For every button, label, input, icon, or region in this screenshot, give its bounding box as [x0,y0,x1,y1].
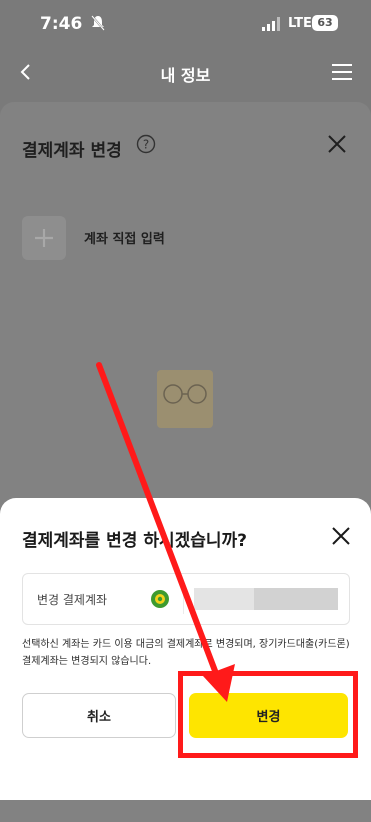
account-box: 변경 결제계좌 [22,573,350,625]
account-label: 변경 결제계좌 [37,593,108,607]
bell-muted-icon [91,15,105,31]
network-label: LTE [288,16,312,31]
status-bar: 7:46 LTE 63 [0,0,371,48]
close-icon[interactable] [327,134,347,154]
add-account-row[interactable]: 계좌 직접 입력 [22,216,342,260]
page-title: 내 정보 [160,66,211,85]
menu-icon[interactable] [332,63,352,81]
plus-box [22,216,66,260]
masked-account-number [194,588,338,610]
account-divider [183,584,184,614]
highlight-box [178,671,358,758]
cancel-button[interactable]: 취소 [22,693,176,738]
modal-title: 결제계좌를 변경 하시겠습니까? [22,531,248,551]
status-time: 7:46 [40,14,83,34]
bank-logo-icon [151,590,169,608]
plus-icon [35,229,53,247]
svg-text:?: ? [143,138,149,152]
watermark-logo [157,370,213,428]
modal-close-icon[interactable] [331,526,351,546]
notice-text: 선택하신 계좌는 카드 이용 대금의 결제계좌로 변경되며, 장기카드대출(카드… [22,639,350,667]
sheet-title: 결제계좌 변경 [22,141,122,161]
add-account-label: 계좌 직접 입력 [84,232,165,247]
battery-icon: 63 [312,15,338,31]
signal-icon [262,17,280,31]
help-icon[interactable]: ? [136,134,156,154]
app-header: 내 정보 [0,48,371,100]
